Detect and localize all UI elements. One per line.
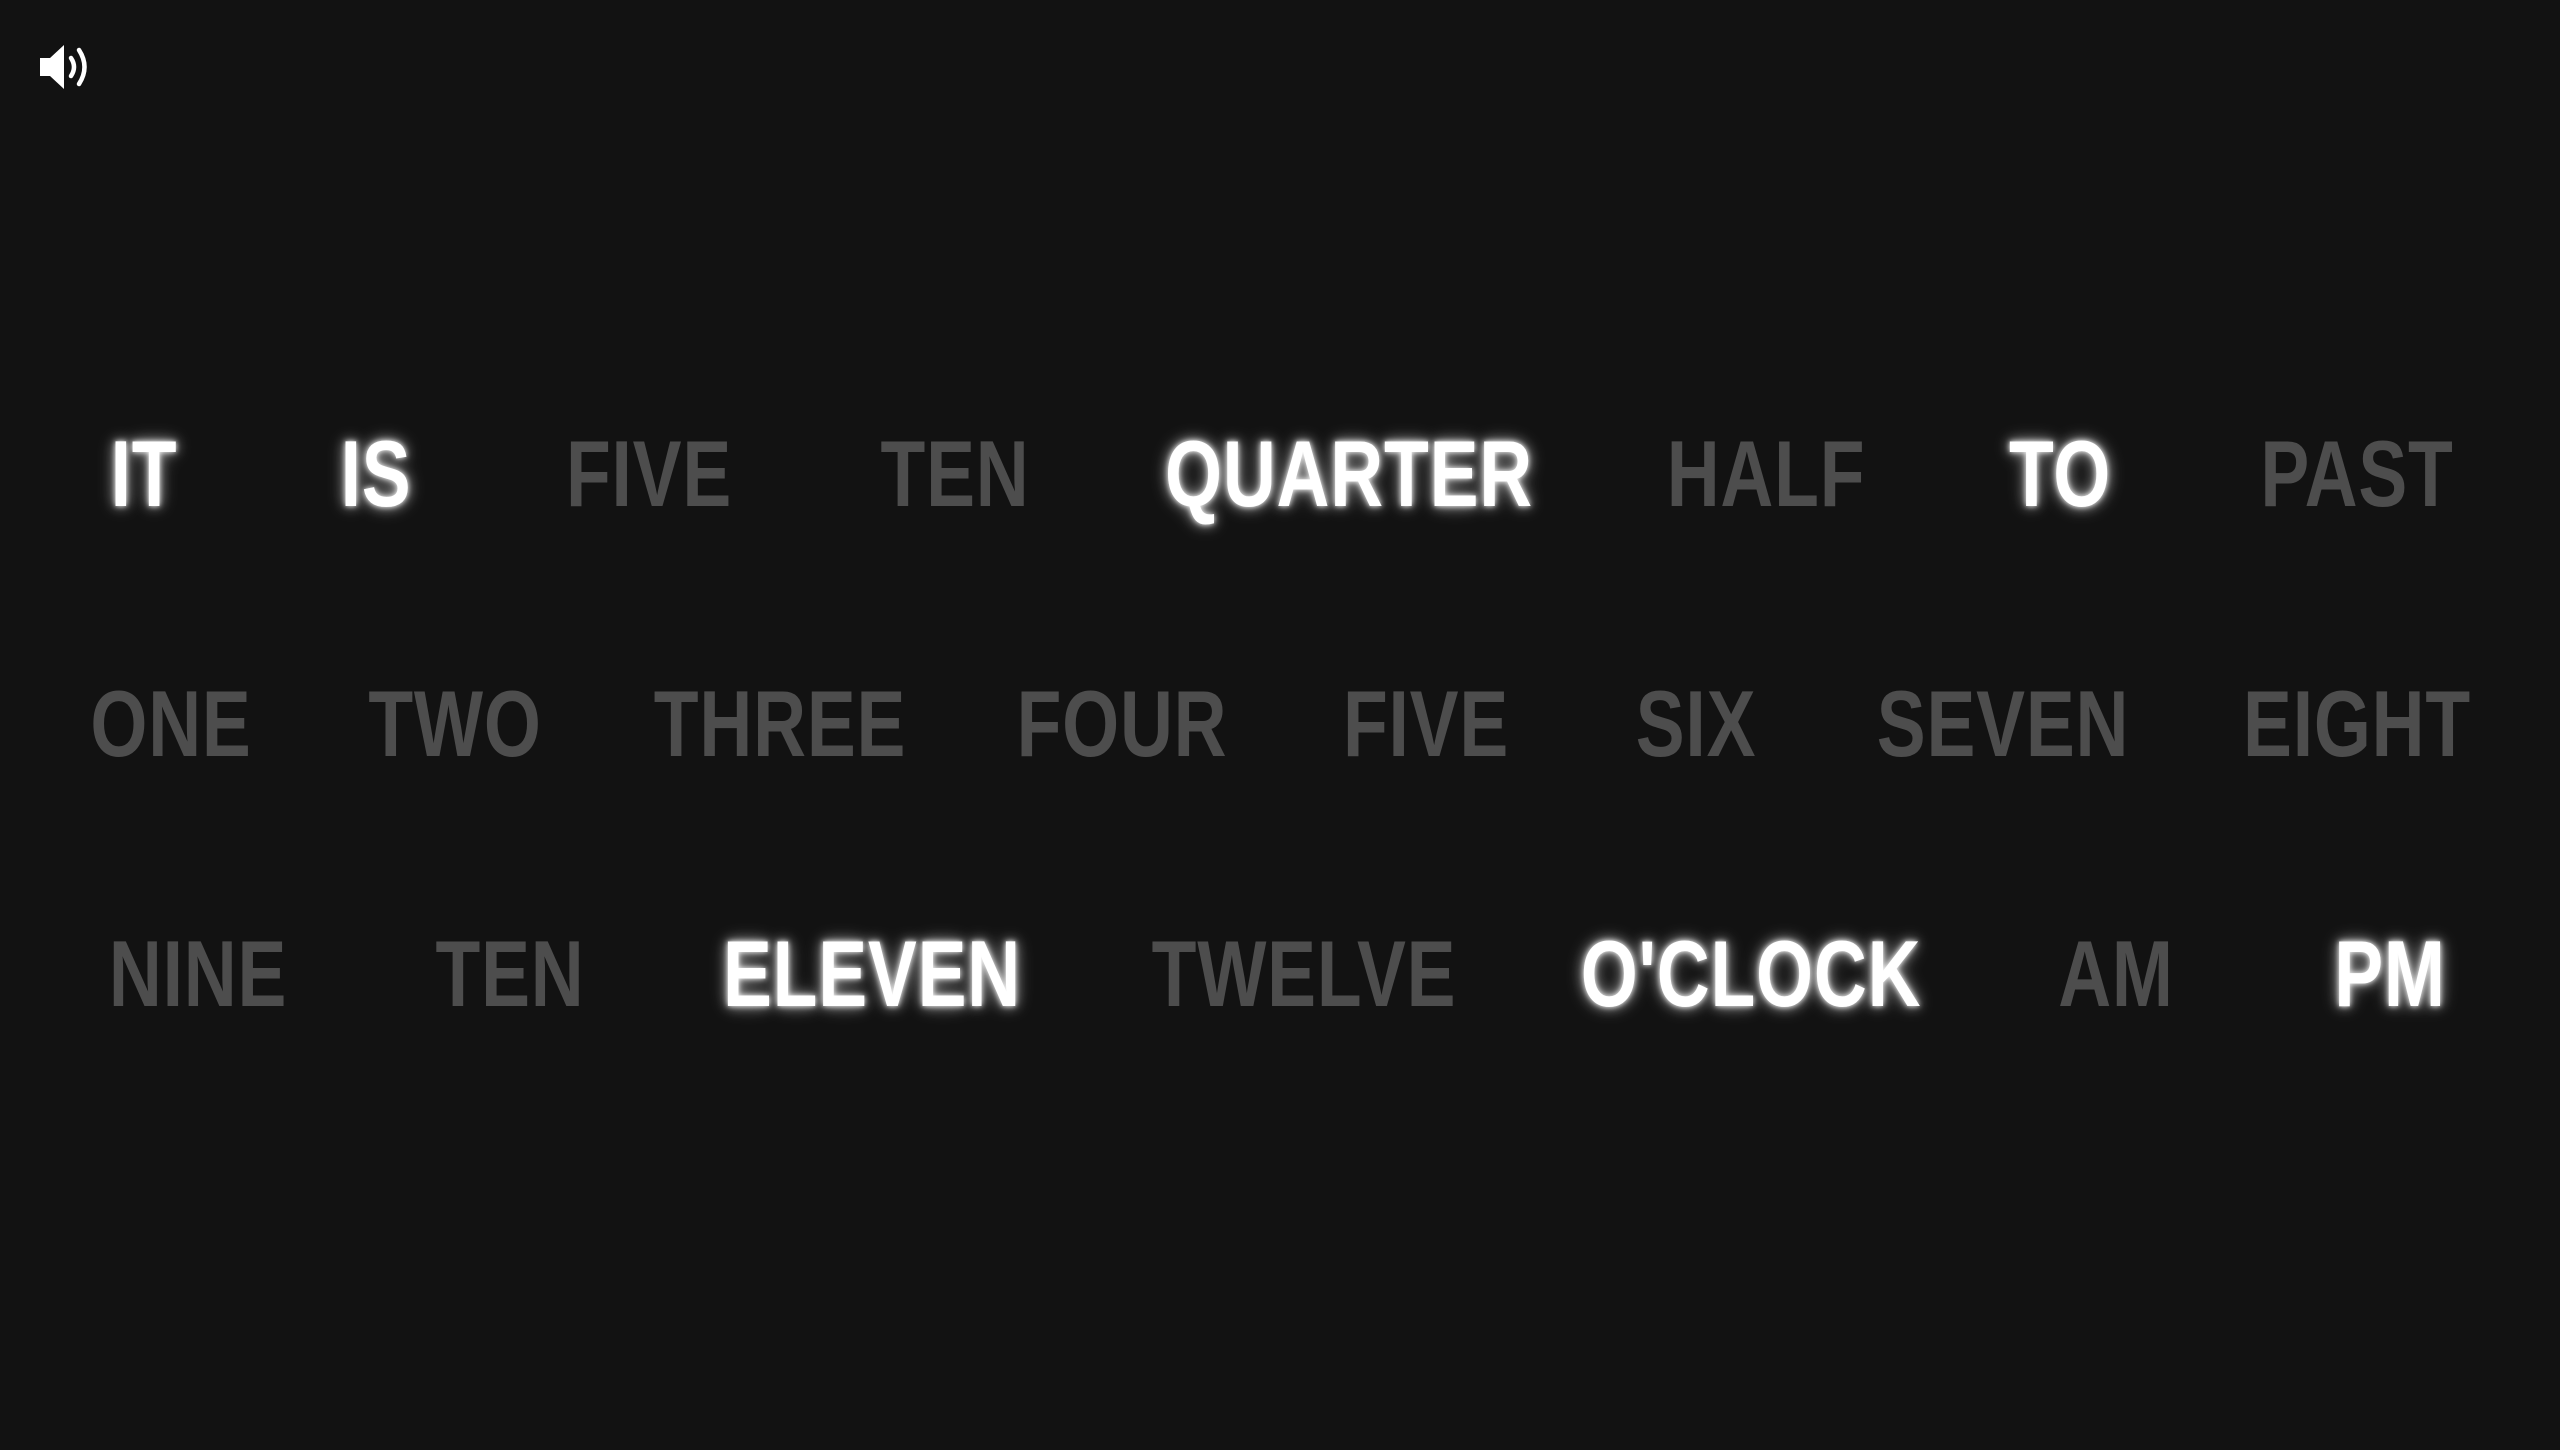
word-oclock: O'CLOCK [1580, 921, 1922, 1026]
word-three: THREE [653, 671, 907, 776]
word-five-minutes: FIVE [565, 421, 733, 526]
word-is: IS [340, 421, 412, 526]
clock-row-hours-2: NINE TEN ELEVEN TWELVE O'CLOCK AM PM [0, 914, 2560, 1034]
word-past: PAST [2260, 421, 2454, 526]
word-five-hour: FIVE [1342, 671, 1510, 776]
word-clock: IT IS FIVE TEN QUARTER HALF TO PAST ONE … [0, 0, 2560, 1450]
word-six: SIX [1635, 671, 1757, 776]
word-one: ONE [90, 671, 252, 776]
word-two: TWO [368, 671, 542, 776]
word-four: FOUR [1016, 671, 1228, 776]
word-nine: NINE [108, 921, 288, 1026]
clock-row-hours-1: ONE TWO THREE FOUR FIVE SIX SEVEN EIGHT [0, 664, 2560, 784]
word-ten-minutes: TEN [880, 421, 1030, 526]
word-ten-hour: TEN [435, 921, 585, 1026]
word-eight: EIGHT [2243, 671, 2471, 776]
word-seven: SEVEN [1876, 671, 2130, 776]
word-half: HALF [1666, 421, 1866, 526]
word-quarter: QUARTER [1165, 421, 1533, 526]
clock-row-minutes: IT IS FIVE TEN QUARTER HALF TO PAST [0, 414, 2560, 534]
word-twelve: TWELVE [1151, 921, 1457, 1026]
word-to: TO [2008, 421, 2112, 526]
word-it: IT [110, 421, 178, 526]
word-eleven: ELEVEN [722, 921, 1022, 1026]
word-pm: PM [2334, 921, 2446, 1026]
word-am: AM [2058, 921, 2174, 1026]
